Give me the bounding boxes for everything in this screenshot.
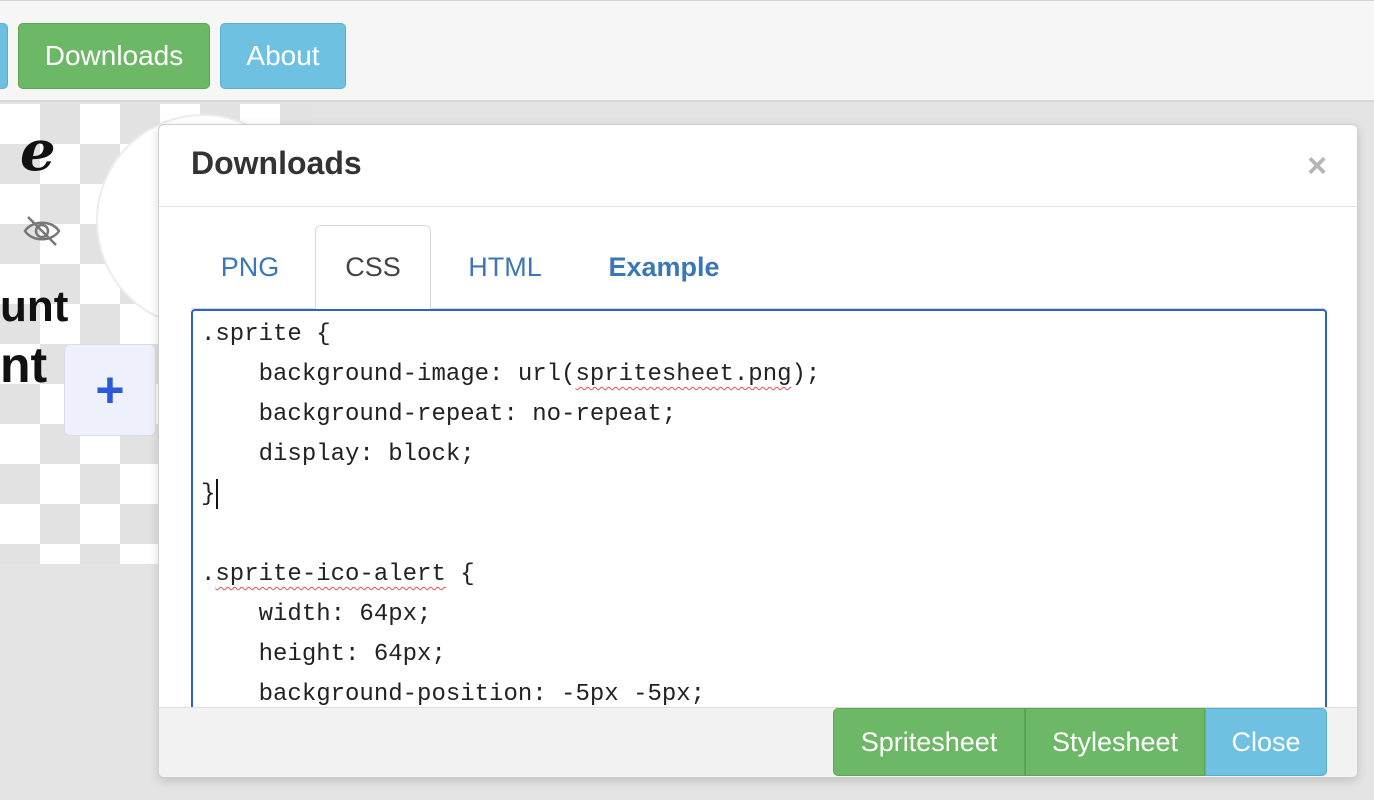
close-icon[interactable]: ×	[1307, 147, 1327, 186]
code-text: {	[445, 561, 475, 588]
code-line: display: block;	[201, 435, 475, 475]
code-text: .	[201, 561, 216, 588]
code-text: height: 64px;	[201, 641, 446, 668]
spritesheet-button[interactable]: Spritesheet	[833, 708, 1025, 776]
downloads-modal: Downloads × PNG CSS HTML Example .sprite…	[158, 124, 1358, 778]
modal-footer: Spritesheet Stylesheet Close	[159, 707, 1357, 777]
text-caret	[216, 478, 219, 509]
modal-header: Downloads ×	[159, 125, 1357, 207]
top-toolbar: Downloads About	[0, 0, 1374, 102]
code-text: );	[791, 361, 821, 388]
code-text: .sprite {	[201, 321, 331, 348]
modal-title: Downloads	[191, 145, 362, 181]
stylesheet-button[interactable]: Stylesheet	[1025, 708, 1205, 776]
internet-explorer-icon: e	[20, 118, 56, 184]
code-text: background-position: -5px -5px;	[201, 681, 706, 708]
spellcheck-word: sprite-ico-alert	[215, 561, 446, 588]
tab-example[interactable]: Example	[589, 225, 739, 309]
spellcheck-word: spritesheet.png	[575, 361, 792, 388]
code-line: background-repeat: no-repeat;	[201, 395, 677, 435]
code-line: }	[201, 475, 219, 515]
code-line: .sprite {	[201, 315, 331, 355]
code-text: width: 64px;	[201, 601, 432, 628]
css-code-textarea[interactable]: .sprite { background-image: url(spritesh…	[191, 309, 1327, 729]
sprite-text-preview-2: nt	[0, 337, 48, 393]
code-line: .sprite-ico-alert {	[201, 555, 475, 595]
tab-png[interactable]: PNG	[203, 225, 297, 309]
tab-html[interactable]: HTML	[447, 225, 563, 309]
eye-slash-icon	[22, 214, 62, 253]
code-text: background-image: url(	[201, 361, 576, 388]
code-line: width: 64px;	[201, 595, 432, 635]
add-sprite-button[interactable]: +	[64, 344, 156, 436]
sprite-text-preview-1: unt	[0, 282, 69, 331]
code-text: display: block;	[201, 441, 475, 468]
format-tabs: PNG CSS HTML Example	[191, 225, 1325, 310]
downloads-button[interactable]: Downloads	[18, 23, 210, 89]
code-line: height: 64px;	[201, 635, 446, 675]
code-line: background-image: url(spritesheet.png);	[201, 355, 821, 395]
code-text: }	[201, 481, 216, 508]
toolbar-partial-button[interactable]	[0, 23, 8, 89]
tab-css[interactable]: CSS	[315, 225, 431, 310]
close-button[interactable]: Close	[1205, 708, 1327, 776]
about-button[interactable]: About	[220, 23, 346, 89]
code-text: background-repeat: no-repeat;	[201, 401, 677, 428]
